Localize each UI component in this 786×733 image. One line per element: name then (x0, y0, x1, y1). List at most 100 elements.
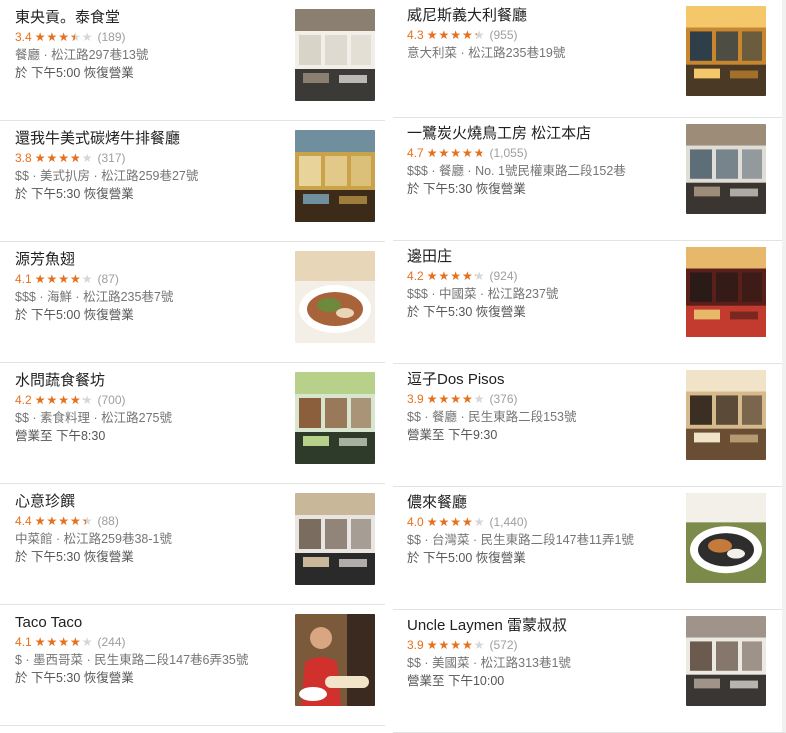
place-info: 逗子Dos Pisos 3.9★★★★★★★★★★(376) $$ · 餐廳 ·… (407, 370, 676, 444)
place-info: 水問蔬食餐坊 4.2★★★★★★★★★★(700) $$ · 素食料理 · 松江… (15, 371, 275, 445)
rating-value: 4.3 (407, 28, 424, 42)
place-name[interactable]: 東央貢。泰食堂 (15, 8, 275, 28)
rating-value: 4.7 (407, 146, 424, 160)
place-name[interactable]: Taco Taco (15, 613, 275, 633)
opening-hours: 於 下午5:30 恢復營業 (15, 187, 134, 201)
rating-row: 4.3★★★★★★★★★★(955) (407, 26, 676, 44)
place-category-address: $ · 墨西哥菜 · 民生東路二段147巷6弄35號 (15, 653, 249, 667)
place-info: Taco Taco 4.1★★★★★★★★★★(244) $ · 墨西哥菜 · … (15, 613, 275, 687)
restaurant-photo-icon[interactable] (295, 9, 375, 101)
rating-row: 4.1★★★★★★★★★★(87) (15, 270, 275, 288)
restaurant-photo-icon[interactable] (686, 616, 766, 706)
rating-value: 3.8 (15, 151, 32, 165)
place-category-address: $$ · 台灣菜 · 民生東路二段147巷11弄1號 (407, 533, 634, 547)
review-count: (700) (97, 393, 126, 407)
place-info: 邊田庄 4.2★★★★★★★★★★(924) $$$ · 中國菜 · 松江路23… (407, 247, 676, 321)
star-rating-icon: ★★★★★★★★★★ (426, 638, 486, 652)
star-rating-icon: ★★★★★★★★★★ (426, 28, 486, 42)
review-count: (1,440) (489, 515, 528, 529)
star-rating-icon: ★★★★★★★★★★ (34, 393, 94, 407)
place-result-card[interactable]: 還我牛美式碳烤牛排餐廳 3.8★★★★★★★★★★(317) $$ · 美式扒房… (0, 121, 385, 242)
restaurant-photo-icon[interactable] (295, 372, 375, 464)
place-category-address: $$ · 美國菜 · 松江路313巷1號 (407, 656, 571, 670)
place-info: 一鷺炭火燒鳥工房 松江本店 4.7 ★★★★★ ★★★★★ (1,055) $$$ ·… (407, 124, 676, 198)
star-rating-icon: ★★★★★★★★★★ (34, 30, 94, 44)
rating-value: 4.0 (407, 515, 424, 529)
place-result-card[interactable]: 逗子Dos Pisos 3.9★★★★★★★★★★(376) $$ · 餐廳 ·… (393, 364, 786, 487)
place-info: 心意珍饌 4.4★★★★★★★★★★(88) 中菜館 · 松江路259巷38-1… (15, 492, 275, 566)
place-result-card[interactable]: 儂來餐廳 4.0★★★★★★★★★★(1,440) $$ · 台灣菜 · 民生東… (393, 487, 786, 610)
place-name[interactable]: 邊田庄 (407, 247, 676, 267)
place-category-address: 意大利菜 · 松江路235巷19號 (407, 46, 566, 60)
place-name[interactable]: 儂來餐廳 (407, 493, 676, 513)
place-result-card[interactable]: 威尼斯義大利餐廳 4.3★★★★★★★★★★(955) 意大利菜 · 松江路23… (393, 0, 786, 118)
place-result-card[interactable]: 水問蔬食餐坊 4.2★★★★★★★★★★(700) $$ · 素食料理 · 松江… (0, 363, 385, 484)
rating-row: 3.9★★★★★★★★★★(572) (407, 636, 676, 654)
place-name[interactable]: 還我牛美式碳烤牛排餐廳 (15, 129, 275, 149)
rating-value: 3.4 (15, 30, 32, 44)
place-info: 源芳魚翅 4.1★★★★★★★★★★(87) $$$ · 海鮮 · 松江路235… (15, 250, 275, 324)
rating-row: 4.2★★★★★★★★★★(924) (407, 267, 676, 285)
rating-row: 4.0★★★★★★★★★★(1,440) (407, 513, 676, 531)
place-category-address: $$$ · 中國菜 · 松江路237號 (407, 287, 559, 301)
place-name[interactable]: 水問蔬食餐坊 (15, 371, 275, 391)
place-category-address: $$$ · 海鮮 · 松江路235巷7號 (15, 290, 174, 304)
review-count: (1,055) (489, 146, 528, 160)
rating-value: 4.4 (15, 514, 32, 528)
rating-value: 4.2 (407, 269, 424, 283)
place-name[interactable]: 源芳魚翅 (15, 250, 275, 270)
rating-row: 3.8★★★★★★★★★★(317) (15, 149, 275, 167)
opening-hours: 於 下午5:00 恢復營業 (15, 66, 134, 80)
place-category-address: $$$ · 餐廳 · No. 1號民權東路二段152巷 (407, 164, 626, 178)
place-name[interactable]: Uncle Laymen 雷蒙叔叔 (407, 616, 676, 636)
results-column-right: 威尼斯義大利餐廳 4.3★★★★★★★★★★(955) 意大利菜 · 松江路23… (393, 0, 786, 733)
review-count: (189) (97, 30, 126, 44)
place-info: 東央貢。泰食堂 3.4★★★★★★★★★★(189) 餐廳 · 松江路297巷1… (15, 8, 275, 82)
place-name[interactable]: 逗子Dos Pisos (407, 370, 676, 390)
rating-value: 4.2 (15, 393, 32, 407)
place-result-card[interactable]: 心意珍饌 4.4★★★★★★★★★★(88) 中菜館 · 松江路259巷38-1… (0, 484, 385, 605)
place-category-address: $$ · 美式扒房 · 松江路259巷27號 (15, 169, 199, 183)
food-photo-icon[interactable] (686, 493, 766, 583)
rating-value: 3.9 (407, 392, 424, 406)
place-result-card[interactable]: 東央貢。泰食堂 3.4★★★★★★★★★★(189) 餐廳 · 松江路297巷1… (0, 0, 385, 121)
scrollbar[interactable] (782, 0, 786, 732)
star-rating-icon: ★★★★★★★★★★ (426, 515, 486, 529)
rating-row: 4.1★★★★★★★★★★(244) (15, 633, 275, 651)
chef-photo-icon[interactable] (295, 614, 375, 706)
review-count: (317) (97, 151, 126, 165)
place-result-card[interactable]: 一鷺炭火燒鳥工房 松江本店 4.7 ★★★★★ ★★★★★ (1,055) $$$ ·… (393, 118, 786, 241)
place-result-card[interactable]: 源芳魚翅 4.1★★★★★★★★★★(87) $$$ · 海鮮 · 松江路235… (0, 242, 385, 363)
place-info: 儂來餐廳 4.0★★★★★★★★★★(1,440) $$ · 台灣菜 · 民生東… (407, 493, 676, 567)
place-name[interactable]: 威尼斯義大利餐廳 (407, 6, 676, 26)
rating-value: 4.1 (15, 272, 32, 286)
restaurant-photo-icon[interactable] (295, 493, 375, 585)
rating-row: 4.4★★★★★★★★★★(88) (15, 512, 275, 530)
place-name[interactable]: 心意珍饌 (15, 492, 275, 512)
review-count: (87) (97, 272, 119, 286)
rating-value: 3.9 (407, 638, 424, 652)
star-rating-icon: ★★★★★★★★★★ (34, 151, 94, 165)
place-result-card[interactable]: 邊田庄 4.2★★★★★★★★★★(924) $$$ · 中國菜 · 松江路23… (393, 241, 786, 364)
star-rating-icon: ★★★★★★★★★★ (426, 392, 486, 406)
place-category-address: 餐廳 · 松江路297巷13號 (15, 48, 149, 62)
opening-hours: 於 下午5:00 恢復營業 (407, 551, 526, 565)
place-result-card[interactable]: Taco Taco 4.1★★★★★★★★★★(244) $ · 墨西哥菜 · … (0, 605, 385, 726)
star-rating-icon: ★★★★★★★★★★ (426, 269, 486, 283)
opening-hours: 於 下午5:30 恢復營業 (407, 305, 526, 319)
star-rating-icon: ★★★★★★★★★★ (34, 272, 94, 286)
review-count: (955) (489, 28, 518, 42)
place-name[interactable]: 一鷺炭火燒鳥工房 松江本店 (407, 124, 676, 144)
restaurant-photo-icon[interactable] (295, 130, 375, 222)
star-rating-icon: ★★★★★★★★★★ (34, 514, 94, 528)
rating-row: 4.2★★★★★★★★★★(700) (15, 391, 275, 409)
star-rating-icon: ★★★★★★★★★★ (426, 146, 486, 160)
restaurant-photo-icon[interactable] (686, 124, 766, 214)
place-result-card[interactable]: Uncle Laymen 雷蒙叔叔 3.9★★★★★★★★★★(572) $$ … (393, 610, 786, 733)
restaurant-photo-icon[interactable] (686, 370, 766, 460)
restaurant-photo-icon[interactable] (686, 6, 766, 96)
food-photo-icon[interactable] (295, 251, 375, 343)
restaurant-photo-icon[interactable] (686, 247, 766, 337)
opening-hours: 營業至 下午8:30 (15, 429, 106, 443)
place-category-address: 中菜館 · 松江路259巷38-1號 (15, 532, 172, 546)
